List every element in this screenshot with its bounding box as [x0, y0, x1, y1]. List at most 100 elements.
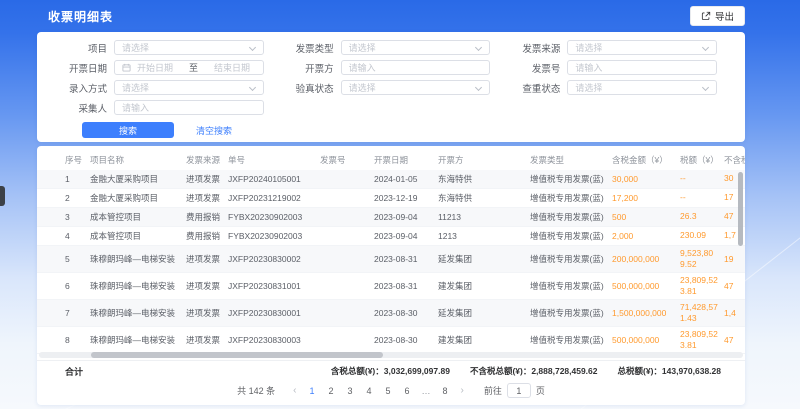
filter-input[interactable]: [567, 60, 717, 75]
summary-totals: 含税总额(¥)：3,032,699,097.89 不含税总额(¥)：2,888,…: [331, 365, 721, 377]
cell-date: 2023-09-04: [374, 231, 438, 241]
filter-select[interactable]: 请选择: [567, 40, 717, 55]
filter-label: 查重状态: [504, 81, 560, 95]
cell-order_no: JXFP20230830002: [228, 254, 320, 264]
page-numbers: 123456…8: [303, 386, 455, 396]
filter-select[interactable]: 请选择: [341, 80, 491, 95]
cell-type: 增值税专用发票(蓝): [530, 334, 612, 346]
select-placeholder: 请选择: [122, 81, 149, 94]
cell-tax: 9,523,809.52: [680, 248, 724, 270]
cell-source: 进项发票: [186, 173, 228, 185]
total-tax: 总税额(¥)：143,970,638.28: [618, 365, 721, 377]
cell-index: 3: [65, 212, 90, 222]
table-row[interactable]: 4成本管控项目费用报销FYBX202309020032023-09-041213…: [37, 227, 745, 246]
daterange-end-placeholder: 结束日期: [214, 61, 250, 74]
clear-search-link[interactable]: 清空搜索: [196, 124, 232, 137]
export-icon: [701, 11, 711, 21]
table-row[interactable]: 5珠穆朗玛峰—电梯安装进项发票JXFP202308300022023-08-31…: [37, 246, 745, 273]
prev-page-icon[interactable]: ‹: [293, 385, 296, 396]
filter-label: 开票方: [278, 61, 334, 75]
cell-tax: 71,428,571.43: [680, 302, 724, 324]
table-header-row: 序号项目名称发票来源单号发票号开票日期开票方发票类型含税金额（¥）税额（¥）不含…: [37, 150, 745, 170]
table-row[interactable]: 8珠穆朗玛峰—电梯安装进项发票JXFP202308300032023-08-30…: [37, 327, 745, 354]
search-button[interactable]: 搜索: [82, 122, 174, 138]
filter-input[interactable]: [114, 100, 264, 115]
cell-order_no: FYBX20230902003: [228, 212, 320, 222]
column-header-issuer: 开票方: [438, 154, 530, 166]
cell-project: 珠穆朗玛峰—电梯安装: [90, 334, 186, 346]
export-button-label: 导出: [715, 9, 734, 23]
filter-field: 验真状态请选择: [278, 80, 505, 95]
table-row[interactable]: 3成本管控项目费用报销FYBX20230902003 2023-09-041121…: [37, 208, 745, 227]
filter-actions: 搜索 清空搜索: [82, 122, 731, 138]
page-number[interactable]: 6: [400, 386, 415, 396]
page-number[interactable]: 3: [343, 386, 358, 396]
total-incl-tax: 含税总额(¥)：3,032,699,097.89: [331, 365, 450, 377]
cell-issuer: 建发集团: [438, 334, 530, 346]
table-row[interactable]: 2金融大厦采购项目进项发票JXFP202312190022023-12-19东海…: [37, 189, 745, 208]
cell-source: 进项发票: [186, 334, 228, 346]
sidebar-collapse-handle[interactable]: [0, 186, 5, 206]
horizontal-scrollbar-thumb[interactable]: [91, 352, 383, 358]
cell-project: 珠穆朗玛峰—电梯安装: [90, 253, 186, 265]
cell-issuer: 11213: [438, 212, 530, 222]
filter-select[interactable]: 请选择: [114, 80, 264, 95]
column-header-order_no: 单号: [228, 154, 320, 166]
export-button[interactable]: 导出: [690, 6, 745, 26]
column-header-tax: 税额（¥）: [680, 154, 724, 166]
cell-tax: 23,809,523.81: [680, 275, 724, 297]
filter-field: 采集人: [51, 100, 278, 115]
cell-source: 费用报销: [186, 230, 228, 242]
column-header-amount_excl: 不含税金额（¥）: [724, 154, 745, 166]
select-placeholder: 请选择: [122, 41, 149, 54]
filter-label: 发票来源: [504, 41, 560, 55]
vertical-scrollbar[interactable]: [738, 172, 743, 246]
column-header-type: 发票类型: [530, 154, 612, 166]
cell-type: 增值税专用发票(蓝): [530, 192, 612, 204]
filter-select[interactable]: 请选择: [567, 80, 717, 95]
cell-issuer: 1213: [438, 231, 530, 241]
cell-amount_incl: 500: [612, 212, 680, 222]
cell-project: 成本管控项目: [90, 211, 186, 223]
page-number[interactable]: 8: [438, 386, 453, 396]
cell-amount_excl: 47: [724, 281, 745, 292]
page-number[interactable]: 4: [362, 386, 377, 396]
select-placeholder: 请选择: [575, 81, 602, 94]
cell-order_no: JXFP20230830001: [228, 308, 320, 318]
cell-index: 2: [65, 193, 90, 203]
cell-amount_excl: 19: [724, 254, 745, 265]
cell-date: 2024-01-05: [374, 174, 438, 184]
cell-project: 成本管控项目: [90, 230, 186, 242]
cell-order_no: JXFP20231219002: [228, 193, 320, 203]
filter-label: 采集人: [51, 101, 107, 115]
table-row[interactable]: 1金融大厦采购项目进项发票JXFP202401050012024-01-05东海…: [37, 170, 745, 189]
table-row[interactable]: 7珠穆朗玛峰—电梯安装进项发票JXFP202308300012023-08-30…: [37, 300, 745, 327]
cell-tax: 26.3: [680, 211, 724, 222]
cell-amount_incl: 200,000,000: [612, 254, 680, 264]
cell-amount_incl: 30,000: [612, 174, 680, 184]
table-row[interactable]: 6珠穆朗玛峰—电梯安装进项发票JXFP202308310012023-08-31…: [37, 273, 745, 300]
cell-source: 费用报销: [186, 211, 228, 223]
cell-amount_incl: 2,000: [612, 231, 680, 241]
filter-daterange[interactable]: 开始日期至结束日期: [114, 60, 264, 75]
next-page-icon[interactable]: ›: [461, 385, 464, 396]
pagination-jump-input[interactable]: [507, 383, 531, 398]
page-title: 收票明细表: [48, 8, 113, 25]
filter-select[interactable]: 请选择: [114, 40, 264, 55]
filter-label: 项目: [51, 41, 107, 55]
page-number[interactable]: 5: [381, 386, 396, 396]
cell-date: 2023-09-04: [374, 212, 438, 222]
select-placeholder: 请选择: [349, 41, 376, 54]
cell-project: 珠穆朗玛峰—电梯安装: [90, 280, 186, 292]
pagination: 共 142 条 ‹ 123456…8 › 前往 页: [37, 383, 745, 398]
filter-input[interactable]: [341, 60, 491, 75]
horizontal-scrollbar-track[interactable]: [39, 352, 743, 358]
cell-index: 7: [65, 308, 90, 318]
page-number[interactable]: 2: [324, 386, 339, 396]
filter-select[interactable]: 请选择: [341, 40, 491, 55]
chevron-down-icon: [249, 84, 256, 91]
page-number[interactable]: 1: [305, 386, 320, 396]
column-header-amount_incl: 含税金额（¥）: [612, 154, 680, 166]
chevron-down-icon: [475, 84, 482, 91]
cell-amount_incl: 1,500,000,000: [612, 308, 680, 318]
